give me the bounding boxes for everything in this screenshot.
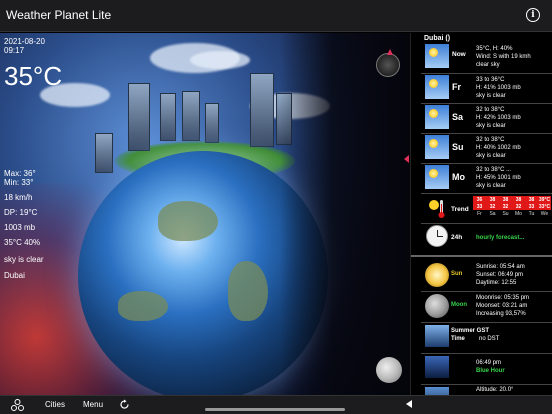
home-indicator[interactable]: [205, 408, 345, 411]
forecast-details: 35°C, H: 40% Wind: S with 19 kmh clear sky: [476, 46, 531, 68]
continent: [228, 261, 268, 321]
bottom-toolbar: Cities Menu: [0, 395, 552, 414]
forecast-details: 33 to 36°C H: 41% 1003 mb sky is clear: [476, 77, 521, 99]
sun-row[interactable]: Sun Sunrise: 05:54 am Sunset: 06:49 pm Day…: [411, 261, 552, 291]
sunny-icon: [425, 105, 449, 129]
forecast-details: 32 to 38°C H: 42% 1003 mb sky is clear: [476, 107, 521, 129]
trend-label: Trend: [451, 206, 469, 213]
menu-button[interactable]: Menu: [83, 400, 103, 409]
current-temperature: 35°C: [4, 61, 63, 91]
forecast-panel[interactable]: Dubai () Now 35°C, H: 40% Wind: S with 19…: [410, 33, 552, 395]
blue-hour-label: Blue Hour: [476, 368, 505, 374]
sunny-icon: [425, 165, 449, 189]
current-date: 2021-08-20: [4, 37, 45, 46]
forecast-row-su[interactable]: Su 32 to 38°C H: 40% 1002 mb sky is clear: [411, 133, 552, 163]
forecast-details: 32 to 38°C H: 40% 1002 mb sky is clear: [476, 137, 521, 159]
timezone-image: [425, 325, 449, 347]
blue-hour-time: 06:49 pm: [476, 360, 502, 366]
wind-speed: 18 km/h: [4, 193, 33, 202]
timezone-value: no DST: [479, 336, 500, 342]
moon-phase-icon: [425, 294, 449, 318]
info-icon[interactable]: i: [526, 8, 540, 22]
timezone-row[interactable]: Summer GST Time no DST: [411, 323, 552, 353]
pressure: 1003 mb: [4, 223, 36, 232]
hourly-row[interactable]: 24h hourly forecast...: [411, 223, 552, 253]
forecast-details: 32 to 38°C ... H: 45% 1001 mb sky is clear: [476, 167, 521, 189]
altitude-text: Altitude: 20.0°: [476, 387, 514, 393]
forecast-day: Mo: [452, 172, 465, 182]
back-arrow-icon[interactable]: [406, 400, 412, 408]
max-temp: Max: 36°: [4, 169, 36, 178]
planet-scene[interactable]: 2021-08-20 09:17 35°C Max: 36° Min: 33° …: [0, 33, 410, 395]
title-bar: Weather Planet Lite i: [0, 0, 552, 32]
building: [205, 103, 219, 143]
section-divider: [411, 255, 552, 257]
moon-label: Moon: [451, 302, 467, 308]
altitude-image: [425, 387, 449, 395]
continent: [118, 291, 168, 321]
cities-button[interactable]: Cities: [45, 400, 65, 409]
cloud: [190, 51, 250, 69]
hourly-label: 24h: [451, 234, 463, 241]
refresh-icon[interactable]: [119, 399, 130, 410]
forecast-day: Now: [452, 51, 466, 58]
compass-needle: [387, 49, 393, 55]
blue-hour-row[interactable]: 06:49 pm Blue Hour: [411, 354, 552, 384]
building: [182, 91, 200, 141]
temp-humidity: 35°C 40%: [4, 238, 41, 247]
building: [95, 133, 113, 173]
condition: sky is clear: [4, 255, 44, 264]
sunny-icon: [425, 44, 449, 68]
forecast-row-now[interactable]: Now 35°C, H: 40% Wind: S with 19 kmh clear…: [411, 42, 552, 72]
sunny-icon: [425, 135, 449, 159]
continent: [158, 201, 218, 241]
forecast-row-mo[interactable]: Mo 32 to 38°C ... H: 45% 1001 mb sky is cl…: [411, 163, 552, 193]
forecast-row-fr[interactable]: Fr 33 to 36°C H: 41% 1003 mb sky is clear: [411, 73, 552, 103]
sunny-icon: [425, 75, 449, 99]
sun-label: Sun: [451, 271, 463, 277]
forecast-row-sa[interactable]: Sa 32 to 38°C H: 42% 1003 mb sky is clear: [411, 103, 552, 133]
current-time: 09:17: [4, 46, 25, 55]
city-name: Dubai: [4, 271, 25, 280]
altitude-row[interactable]: Altitude: 20.0°: [411, 385, 552, 395]
clock-icon: [426, 225, 448, 247]
compass-icon[interactable]: [376, 49, 400, 77]
network-icon[interactable]: [10, 399, 26, 412]
sun-details: Sunrise: 05:54 am Sunset: 06:49 pm Daytime…: [476, 264, 525, 286]
dew-point: DP: 19°C: [4, 208, 38, 217]
trend-icon: [429, 200, 445, 218]
trend-row[interactable]: Trend 36 38 38 38 38 39°C 33 32 32 32 33 33°C Fr…: [411, 194, 552, 224]
hourly-forecast-link[interactable]: hourly forecast...: [476, 234, 524, 242]
moon-details: Moonrise: 05:35 pm Moonset: 03:21 am Incre…: [476, 295, 530, 317]
location-label: Dubai (): [424, 35, 451, 42]
marker-icon: [404, 155, 409, 163]
building: [128, 83, 150, 151]
building: [250, 73, 274, 147]
trend-table: 36 38 38 38 38 39°C 33 32 32 32 33 33°C Fr Sa Su M…: [473, 196, 551, 217]
blue-hour-image: [425, 356, 449, 378]
moon-row[interactable]: Moon Moonrise: 05:35 pm Moonset: 03:21 am…: [411, 292, 552, 322]
min-temp: Min: 33°: [4, 178, 34, 187]
forecast-day: Su: [452, 142, 464, 152]
space-background: [280, 33, 410, 395]
forecast-day: Sa: [452, 112, 464, 122]
app-title: Weather Planet Lite: [6, 8, 112, 22]
sun-icon: [425, 263, 449, 287]
building: [160, 93, 176, 141]
moon-icon[interactable]: [376, 357, 402, 383]
forecast-day: Fr: [452, 82, 461, 92]
